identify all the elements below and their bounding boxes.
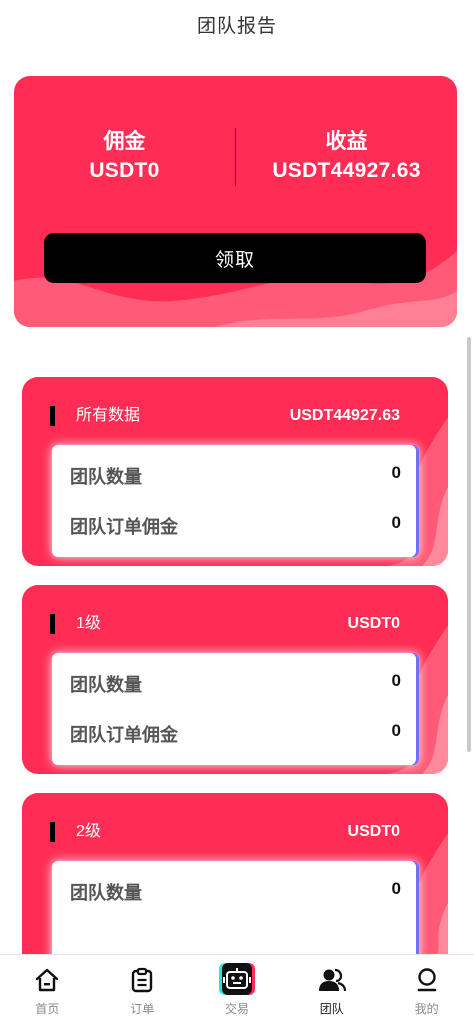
stat-label: 团队数量: [70, 883, 142, 903]
nav-item-orders[interactable]: 订单: [95, 955, 190, 1024]
level-total: USDT0: [347, 823, 400, 840]
level-stats-panel: 团队数量 0 团队订单佣金 0: [52, 653, 419, 765]
stat-row: 团队数量 0: [52, 670, 419, 700]
user-icon: [412, 965, 442, 995]
nav-item-team[interactable]: 团队: [284, 955, 379, 1024]
level-total: USDT0: [347, 615, 400, 632]
stat-label: 团队数量: [70, 675, 142, 695]
level-total: USDT44927.63: [289, 407, 400, 424]
nav-item-home[interactable]: 首页: [0, 955, 95, 1024]
nav-item-trade[interactable]: 交易: [190, 955, 285, 1024]
team-report-page: 团队报告 佣金 USDT0 收益 USDT44927.63 领取 所有数据 US…: [0, 0, 474, 1024]
scrollbar[interactable]: [467, 337, 471, 752]
home-icon: [32, 965, 62, 995]
commission-value: USDT0: [89, 159, 160, 182]
level-name: 所有数据: [76, 407, 141, 424]
level-stats-panel: 团队数量 0 团队订单佣金 0: [52, 445, 419, 557]
commission-label: 佣金: [103, 130, 146, 153]
robot-icon: [221, 963, 252, 995]
stat-label: 团队订单佣金: [70, 517, 178, 537]
stat-value: 0: [391, 879, 401, 898]
stat-row: 团队订单佣金 0: [52, 720, 419, 750]
stat-value: 0: [391, 721, 401, 740]
earnings-value: USDT44927.63: [272, 159, 421, 182]
summary-row: 佣金 USDT0 收益 USDT44927.63: [14, 122, 457, 192]
stat-row: 团队数量 0: [52, 462, 419, 492]
level-name: 1级: [76, 615, 101, 632]
team-icon: [317, 965, 347, 995]
level-card-2: 2级 USDT0 团队数量 0: [22, 793, 448, 954]
level-stats-panel: 团队数量 0: [52, 861, 419, 954]
stat-value: 0: [391, 671, 401, 690]
level-card-1: 1级 USDT0 团队数量 0 团队订单佣金 0: [22, 585, 448, 774]
level-marker: [50, 406, 55, 426]
nav-label: 首页: [35, 1002, 60, 1016]
nav-label: 团队: [319, 1002, 344, 1016]
earnings-label: 收益: [325, 130, 368, 153]
earnings-block: 收益 USDT44927.63: [236, 128, 457, 186]
stat-row: 团队订单佣金 0: [52, 512, 419, 542]
bottom-nav: 首页 订单 交易 团队 我的: [0, 954, 474, 1024]
level-header: 1级 USDT0: [22, 611, 448, 637]
level-name: 2级: [76, 823, 101, 840]
claim-button[interactable]: 领取: [44, 233, 426, 283]
commission-block: 佣金 USDT0: [14, 128, 235, 186]
stat-label: 团队订单佣金: [70, 725, 178, 745]
summary-card: 佣金 USDT0 收益 USDT44927.63 领取: [14, 76, 457, 327]
nav-label: 交易: [224, 1002, 249, 1016]
stat-value: 0: [391, 463, 401, 482]
stat-value: 0: [391, 513, 401, 532]
level-marker: [50, 614, 55, 634]
level-marker: [50, 822, 55, 842]
nav-label: 订单: [130, 1002, 155, 1016]
stat-row: 团队数量 0: [52, 878, 419, 908]
card-wave-decoration: [14, 251, 457, 327]
header: 团队报告: [0, 0, 474, 48]
nav-item-mine[interactable]: 我的: [379, 955, 474, 1024]
stat-label: 团队数量: [70, 467, 142, 487]
clipboard-icon: [127, 965, 157, 995]
level-card-all: 所有数据 USDT44927.63 团队数量 0 团队订单佣金 0: [22, 377, 448, 566]
page-title: 团队报告: [196, 15, 277, 37]
level-header: 2级 USDT0: [22, 819, 448, 845]
nav-label: 我的: [414, 1002, 439, 1016]
level-header: 所有数据 USDT44927.63: [22, 403, 448, 429]
